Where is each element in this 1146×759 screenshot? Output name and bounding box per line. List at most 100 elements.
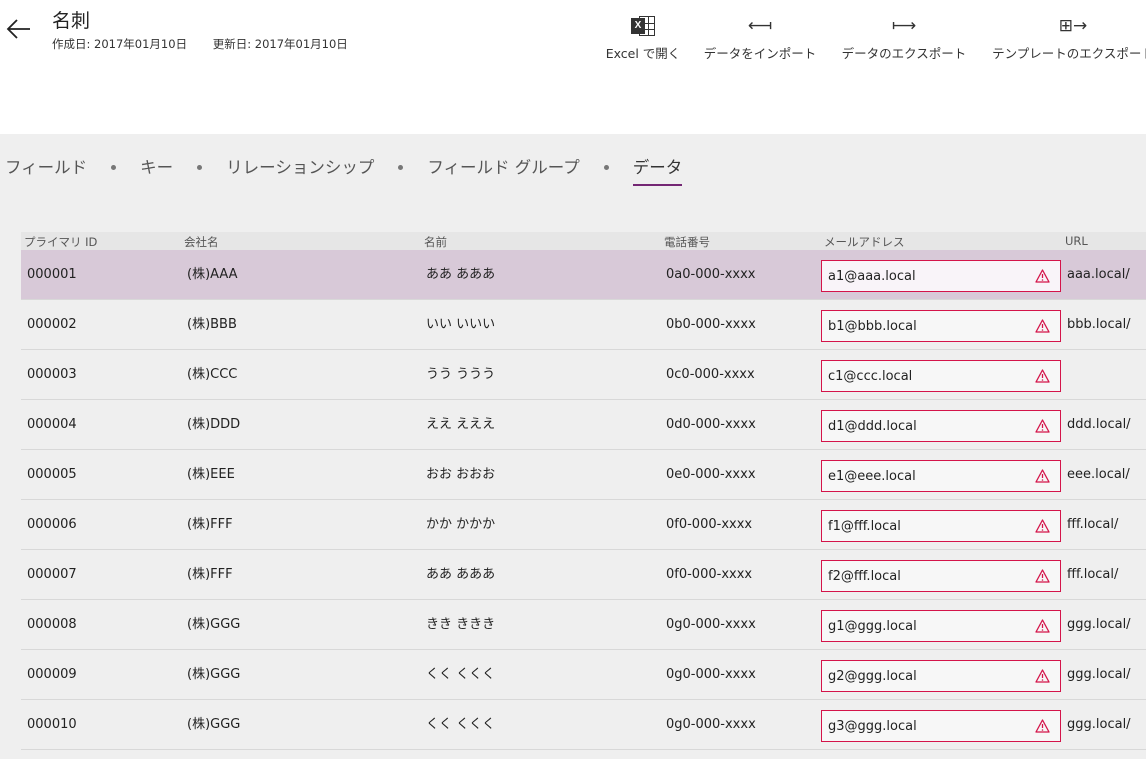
tab-relationships[interactable]: リレーションシップ [226, 152, 374, 184]
cell-phone[interactable]: 0g0-000-xxxx [666, 650, 756, 700]
cell-name[interactable]: くく くくく [426, 700, 495, 750]
cell-email-invalid[interactable]: b1@bbb.local [821, 310, 1061, 342]
cell-company[interactable]: (株)FFF [187, 500, 233, 550]
cell-primary-id[interactable]: 000001 [27, 250, 77, 300]
cell-primary-id[interactable]: 000010 [27, 700, 77, 750]
table-row[interactable]: 000005 (株)EEE おお おおお 0e0-000-xxxx e1@eee.loc… [21, 450, 1146, 500]
table-row[interactable]: 000010 (株)GGG くく くくく 0g0-000-xxxx g3@ggg.loc… [21, 700, 1146, 750]
cell-phone[interactable]: 0d0-000-xxxx [666, 400, 756, 450]
cell-company[interactable]: (株)BBB [187, 300, 237, 350]
cell-name[interactable]: いい いいい [426, 300, 495, 350]
warning-icon [1035, 569, 1050, 583]
column-header-primary-id[interactable]: プライマリ ID [24, 234, 97, 250]
cell-url[interactable]: ddd.local/ [1067, 400, 1131, 450]
cell-url[interactable]: ggg.local/ [1067, 700, 1131, 750]
cell-name[interactable]: うう ううう [426, 350, 495, 400]
cell-primary-id[interactable]: 000006 [27, 500, 77, 550]
cell-phone[interactable]: 0f0-000-xxxx [666, 550, 752, 600]
cell-primary-id[interactable]: 000003 [27, 350, 77, 400]
cell-primary-id[interactable]: 000002 [27, 300, 77, 350]
cell-phone[interactable]: 0b0-000-xxxx [666, 300, 756, 350]
cell-name[interactable]: ええ えええ [426, 400, 495, 450]
page-title: 名刺 [52, 10, 91, 32]
table-row[interactable]: 000008 (株)GGG きき ききき 0g0-000-xxxx g1@ggg.loc… [21, 600, 1146, 650]
tab-separator [398, 165, 404, 170]
import-arrow-icon: ⟻ [747, 16, 773, 36]
cell-url[interactable]: ggg.local/ [1067, 650, 1131, 700]
cell-phone[interactable]: 0f0-000-xxxx [666, 500, 752, 550]
email-value: g1@ggg.local [828, 619, 917, 634]
column-header-phone[interactable]: 電話番号 [664, 234, 710, 250]
cell-email-invalid[interactable]: g2@ggg.local [821, 660, 1061, 692]
cell-email-invalid[interactable]: g3@ggg.local [821, 710, 1061, 742]
cell-company[interactable]: (株)CCC [187, 350, 237, 400]
cell-email-invalid[interactable]: g1@ggg.local [821, 610, 1061, 642]
cell-url[interactable]: eee.local/ [1067, 450, 1130, 500]
email-value: f2@fff.local [828, 569, 901, 584]
warning-icon [1035, 269, 1050, 283]
table-row[interactable]: 000009 (株)GGG くく くくく 0g0-000-xxxx g2@ggg.loc… [21, 650, 1146, 700]
entity-metadata: 作成日: 2017年01月10日 更新日: 2017年01月10日 [52, 36, 348, 52]
cell-email-invalid[interactable]: f2@fff.local [821, 560, 1061, 592]
cell-company[interactable]: (株)EEE [187, 450, 235, 500]
cell-email-invalid[interactable]: f1@fff.local [821, 510, 1061, 542]
cell-primary-id[interactable]: 000007 [27, 550, 77, 600]
cell-name[interactable]: おお おおお [426, 450, 495, 500]
cell-name[interactable]: ああ あああ [426, 250, 495, 300]
cell-phone[interactable]: 0c0-000-xxxx [666, 350, 755, 400]
cell-email-invalid[interactable]: a1@aaa.local [821, 260, 1061, 292]
cell-email-invalid[interactable]: e1@eee.local [821, 460, 1061, 492]
tab-keys[interactable]: キー [140, 152, 173, 184]
table-row[interactable]: 000002 (株)BBB いい いいい 0b0-000-xxxx b1@bbb.loc… [21, 300, 1146, 350]
cell-phone[interactable]: 0g0-000-xxxx [666, 600, 756, 650]
email-value: c1@ccc.local [828, 369, 913, 384]
cell-name[interactable]: くく くくく [426, 650, 495, 700]
cell-phone[interactable]: 0g0-000-xxxx [666, 700, 756, 750]
table-row[interactable]: 000004 (株)DDD ええ えええ 0d0-000-xxxx d1@ddd.loc… [21, 400, 1146, 450]
column-header-company[interactable]: 会社名 [184, 234, 219, 250]
cell-phone[interactable]: 0a0-000-xxxx [666, 250, 755, 300]
cell-email-invalid[interactable]: d1@ddd.local [821, 410, 1061, 442]
cell-company[interactable]: (株)DDD [187, 400, 240, 450]
column-header-name[interactable]: 名前 [424, 234, 447, 250]
cell-email-invalid[interactable]: c1@ccc.local [821, 360, 1061, 392]
column-header-url[interactable]: URL [1065, 234, 1088, 248]
cell-company[interactable]: (株)AAA [187, 250, 238, 300]
cell-primary-id[interactable]: 000005 [27, 450, 77, 500]
open-in-excel-label: Excel で開く [605, 46, 681, 61]
cell-name[interactable]: きき ききき [426, 600, 495, 650]
cell-url[interactable]: bbb.local/ [1067, 300, 1131, 350]
cell-company[interactable]: (株)GGG [187, 700, 240, 750]
table-row[interactable]: 000007 (株)FFF ああ あああ 0f0-000-xxxx f2@fff.loc… [21, 550, 1146, 600]
table-row[interactable]: 000001 (株)AAA ああ あああ 0a0-000-xxxx a1@aaa.loc… [21, 250, 1146, 300]
column-header-email[interactable]: メールアドレス [824, 234, 905, 250]
tab-field-groups[interactable]: フィールド グループ [427, 152, 579, 184]
cell-url[interactable]: ggg.local/ [1067, 600, 1131, 650]
cell-primary-id[interactable]: 000004 [27, 400, 77, 450]
export-data-button[interactable]: ⟼ データのエクスポート [838, 12, 970, 62]
cell-primary-id[interactable]: 000009 [27, 650, 77, 700]
cell-name[interactable]: ああ あああ [426, 550, 495, 600]
export-template-button[interactable]: ⊞→ テンプレートのエクスポート [988, 12, 1146, 62]
email-value: a1@aaa.local [828, 269, 916, 284]
import-data-label: データをインポート [703, 46, 817, 61]
cell-primary-id[interactable]: 000008 [27, 600, 77, 650]
email-value: g2@ggg.local [828, 669, 917, 684]
cell-phone[interactable]: 0e0-000-xxxx [666, 450, 756, 500]
cell-url[interactable]: fff.local/ [1067, 500, 1118, 550]
template-export-icon: ⊞→ [1058, 16, 1088, 36]
cell-company[interactable]: (株)GGG [187, 600, 240, 650]
table-row[interactable]: 000003 (株)CCC うう ううう 0c0-000-xxxx c1@ccc.loc… [21, 350, 1146, 400]
cell-company[interactable]: (株)GGG [187, 650, 240, 700]
table-row[interactable]: 000006 (株)FFF かか かかか 0f0-000-xxxx f1@fff.loc… [21, 500, 1146, 550]
cell-name[interactable]: かか かかか [426, 500, 495, 550]
tab-data[interactable]: データ [632, 152, 683, 186]
import-data-button[interactable]: ⟻ データをインポート [700, 12, 820, 62]
cell-company[interactable]: (株)FFF [187, 550, 233, 600]
cell-url[interactable]: aaa.local/ [1067, 250, 1130, 300]
back-arrow-icon[interactable] [6, 14, 32, 42]
tab-fields[interactable]: フィールド [5, 152, 87, 184]
cell-url[interactable]: fff.local/ [1067, 550, 1118, 600]
open-in-excel-button[interactable]: X Excel で開く [604, 12, 682, 62]
export-data-label: データのエクスポート [841, 46, 967, 61]
